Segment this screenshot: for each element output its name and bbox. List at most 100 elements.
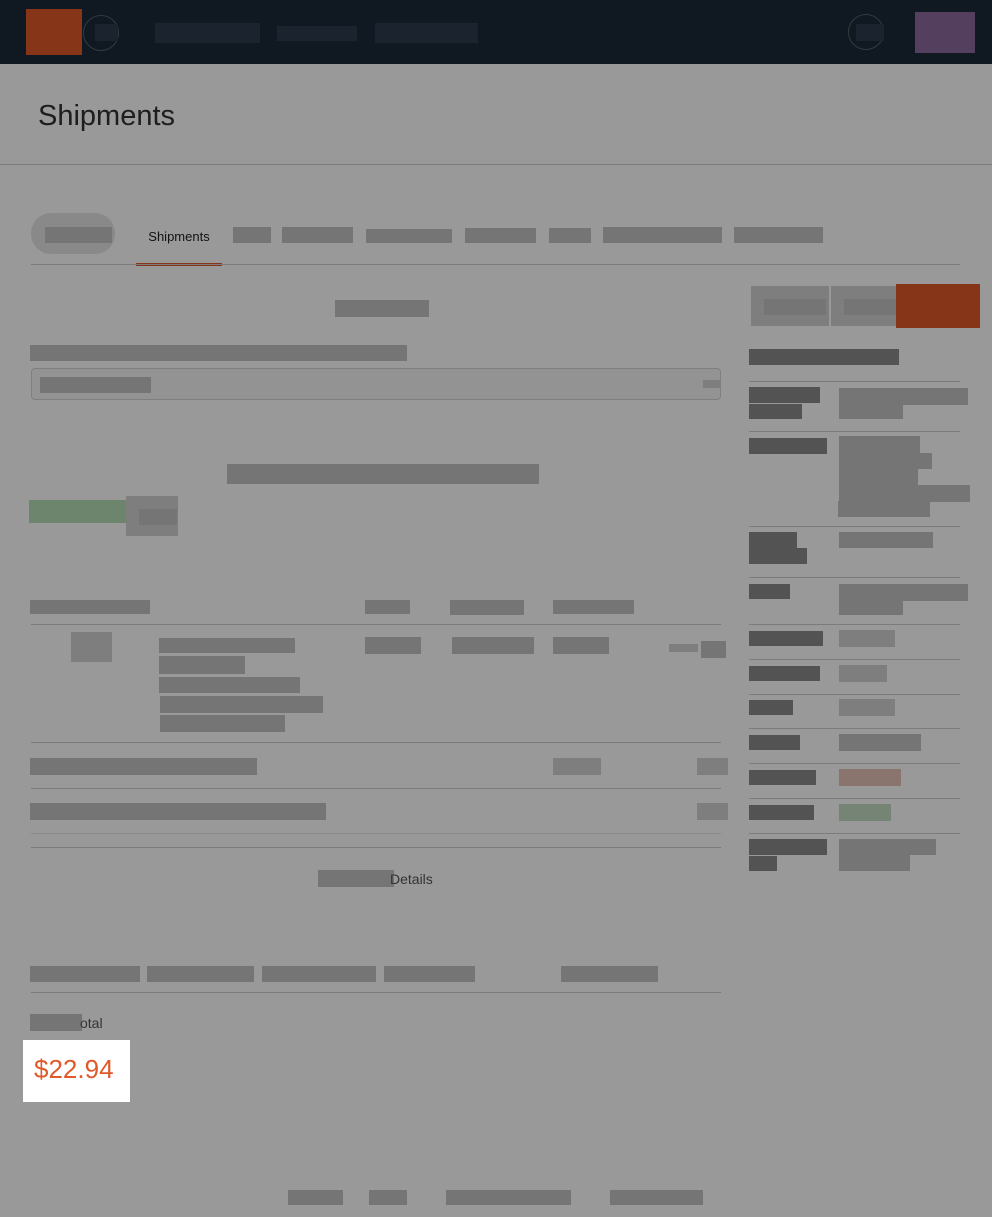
- details-divider: [31, 847, 721, 848]
- sidebar-field-label: [749, 584, 790, 599]
- column-header-item: [30, 600, 150, 614]
- details-toggle[interactable]: Details: [390, 871, 433, 887]
- sidebar-field-value: [839, 734, 921, 751]
- brand-logo-icon[interactable]: [26, 9, 82, 55]
- footer-link[interactable]: [446, 1190, 571, 1205]
- sidebar-field-value: [839, 630, 895, 647]
- sidebar-title: [749, 349, 899, 365]
- total-value: $22.94: [34, 1054, 114, 1084]
- nav-link-1[interactable]: [155, 23, 260, 43]
- sidebar-divider: [749, 763, 960, 764]
- section-heading: [335, 300, 429, 317]
- sidebar-divider: [749, 659, 960, 660]
- status-badge: [29, 500, 135, 523]
- header-divider: [0, 164, 992, 165]
- sidebar-field-value: [839, 532, 933, 548]
- tab-2[interactable]: [233, 227, 271, 243]
- totals-column-header: [262, 966, 376, 982]
- total-label-mask: [30, 1014, 82, 1031]
- footer-link[interactable]: [610, 1190, 703, 1205]
- column-header-4: [553, 600, 634, 614]
- totals-divider: [31, 992, 721, 993]
- sidebar-field-label: [749, 770, 816, 785]
- product-line-4: [160, 696, 323, 713]
- chevron-down-icon: [703, 380, 721, 388]
- avatar[interactable]: [915, 12, 975, 53]
- column-header-3: [450, 600, 524, 615]
- summary-row-label: [30, 803, 326, 820]
- tab-8[interactable]: [734, 227, 823, 243]
- select-field-value: [40, 377, 151, 393]
- product-line-5: [160, 715, 285, 732]
- nav-toggle-glyph: [95, 24, 118, 41]
- sidebar-divider: [749, 526, 960, 527]
- sidebar-field-value: [839, 485, 970, 502]
- sidebar-divider: [749, 431, 960, 432]
- sidebar-field-value: [839, 436, 920, 453]
- nav-link-3[interactable]: [375, 23, 478, 43]
- nav-link-2[interactable]: [277, 26, 357, 41]
- summary-divider: [31, 833, 721, 834]
- sidebar-field-value: [839, 403, 903, 419]
- help-glyph: [856, 24, 884, 41]
- details-label-mask: [318, 870, 394, 887]
- sidebar-button-1-label: [764, 299, 826, 315]
- product-line-2: [159, 656, 245, 674]
- sidebar-field-value: [839, 699, 895, 716]
- tab-shipments[interactable]: Shipments: [136, 229, 222, 244]
- sidebar-field-label: [749, 735, 800, 750]
- tab-7[interactable]: [603, 227, 722, 243]
- totals-column-header: [30, 966, 140, 982]
- sidebar-divider: [749, 624, 960, 625]
- tab-5[interactable]: [465, 228, 536, 243]
- table-header-divider: [31, 624, 721, 625]
- tab-6[interactable]: [549, 228, 591, 243]
- summary-row-label: [30, 758, 257, 775]
- table-cell: [365, 637, 421, 654]
- status-badge-success: [839, 804, 891, 821]
- sidebar-field-value: [839, 453, 932, 469]
- sidebar-field-label: [749, 700, 793, 715]
- sidebar-divider: [749, 694, 960, 695]
- sidebar-field-label: [749, 666, 820, 681]
- sidebar-divider: [749, 798, 960, 799]
- table-cell: [553, 637, 609, 654]
- tab-4[interactable]: [366, 229, 452, 243]
- sidebar-field-label: [749, 404, 802, 419]
- row-action-button[interactable]: [701, 641, 726, 658]
- sidebar-field-label: [749, 387, 820, 403]
- product-thumbnail: [71, 632, 112, 662]
- sidebar-field-label: [749, 532, 797, 548]
- product-line-3: [159, 677, 300, 693]
- sidebar-divider: [749, 381, 960, 382]
- sidebar-field-value: [839, 584, 968, 601]
- column-header-2: [365, 600, 410, 614]
- table-row-divider: [31, 742, 721, 743]
- sidebar-divider: [749, 833, 960, 834]
- field-label: [30, 345, 407, 361]
- footer-link[interactable]: [369, 1190, 407, 1205]
- summary-divider: [31, 788, 721, 789]
- page-title: Shipments: [38, 100, 176, 132]
- sidebar-button-2-label: [844, 299, 896, 315]
- top-nav-bar: [0, 0, 992, 64]
- primary-action-button[interactable]: [896, 284, 980, 328]
- tab-3[interactable]: [282, 227, 353, 243]
- sidebar-field-value: [839, 855, 910, 871]
- summary-row-amount: [697, 758, 728, 775]
- footer-link[interactable]: [288, 1190, 343, 1205]
- sidebar-divider: [749, 577, 960, 578]
- totals-column-header: [561, 966, 658, 982]
- sidebar-field-value: [839, 600, 903, 615]
- status-action-label: [139, 509, 177, 525]
- total-label: otal: [80, 1015, 103, 1031]
- total-highlight-card: $22.94: [23, 1040, 130, 1102]
- totals-column-header: [384, 966, 475, 982]
- sidebar-field-value: [839, 469, 918, 485]
- sidebar-field-label: [749, 631, 823, 646]
- sidebar-field-label: [749, 805, 814, 820]
- product-line-1: [159, 638, 295, 653]
- summary-row-value: [553, 758, 601, 775]
- sidebar-field-value: [839, 665, 887, 682]
- sidebar-field-label: [749, 548, 807, 564]
